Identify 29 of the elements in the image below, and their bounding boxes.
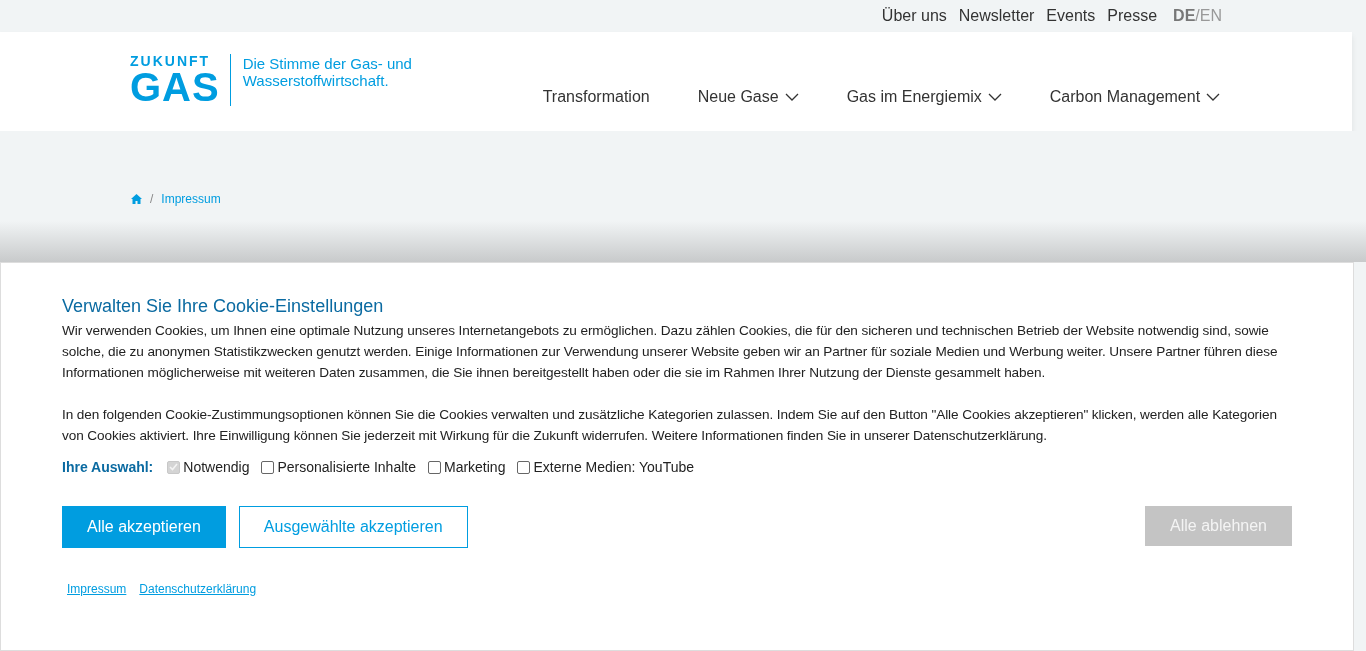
dialog-paragraph: In den folgenden Cookie-Zustimmungsoptionen können Sie die Cookies verwalten und zusätzliche Kategorien zulassen. Indem Sie auf den Button "Alle Cookies akzeptieren" klicken, werden alle Kategorien von Cookies aktiviert. Ihre Einwilligung können Sie jederzeit mit Wirkung für die Zukunft widerrufen. Weitere Informationen finden Sie in unserer Datenschutzerklärung.: [62, 406, 1278, 445]
choice-label: Ihre Auswahl:: [62, 459, 154, 475]
chevron-down-icon: [784, 93, 799, 101]
top-link[interactable]: Events: [1046, 7, 1096, 25]
nav-item[interactable]: Carbon Management: [1049, 88, 1221, 106]
logo-wordmark: GAS: [130, 68, 220, 106]
logo-tagline: Die Stimme der Gas- und Wasserstoffwirtschaft.: [242, 55, 413, 89]
checkbox[interactable]: [517, 460, 531, 474]
top-link[interactable]: Über uns: [881, 7, 947, 25]
top-link[interactable]: Presse: [1107, 7, 1158, 25]
top-link[interactable]: Newsletter: [958, 7, 1035, 25]
cookie-option[interactable]: Marketing: [427, 459, 506, 475]
breadcrumb-separator: /: [150, 192, 154, 206]
nav-item[interactable]: Neue Gase: [697, 88, 799, 106]
home-icon[interactable]: [131, 194, 142, 204]
dialog-paragraph: Wir verwenden Cookies, um Ihnen eine optimale Nutzung unseres Internetangebots zu ermöglichen. Dazu zählen Cookies, die für den sicheren und technischen Betrieb der Website notwendig sind, sowie solche, die zu anonymen Statistikzwecken genutzt werden. Einige Informationen zur Verwendung unserer Website geben wir an Partner für soziale Medien und Werbung weiter. Unsere Partner führen diese Informationen möglicherweise mit weiteren Daten zusammen, die Sie ihnen bereitgestellt haben oder die sie im Rahmen Ihrer Nutzung der Dienste gesammelt haben.: [62, 322, 1279, 382]
language-link[interactable]: DE: [1173, 7, 1196, 25]
cookie-option[interactable]: Externe Medien: YouTube: [517, 459, 695, 475]
checkbox[interactable]: [261, 460, 275, 474]
logo-divider: [229, 54, 231, 106]
cookie-option[interactable]: Personalisierte Inhalte: [261, 459, 416, 475]
logo-wordmark-top: ZUKUNFT: [130, 54, 212, 68]
checkbox[interactable]: [427, 460, 441, 474]
dialog-title: Verwalten Sie Ihre Cookie-Einstellungen: [62, 296, 385, 317]
nav-item[interactable]: Transformation: [542, 88, 650, 106]
chevron-down-icon: [1206, 93, 1221, 101]
nav-item[interactable]: Gas im Energiemix: [846, 88, 1002, 106]
language-separator: /: [1195, 7, 1200, 25]
chevron-down-icon: [987, 93, 1002, 101]
